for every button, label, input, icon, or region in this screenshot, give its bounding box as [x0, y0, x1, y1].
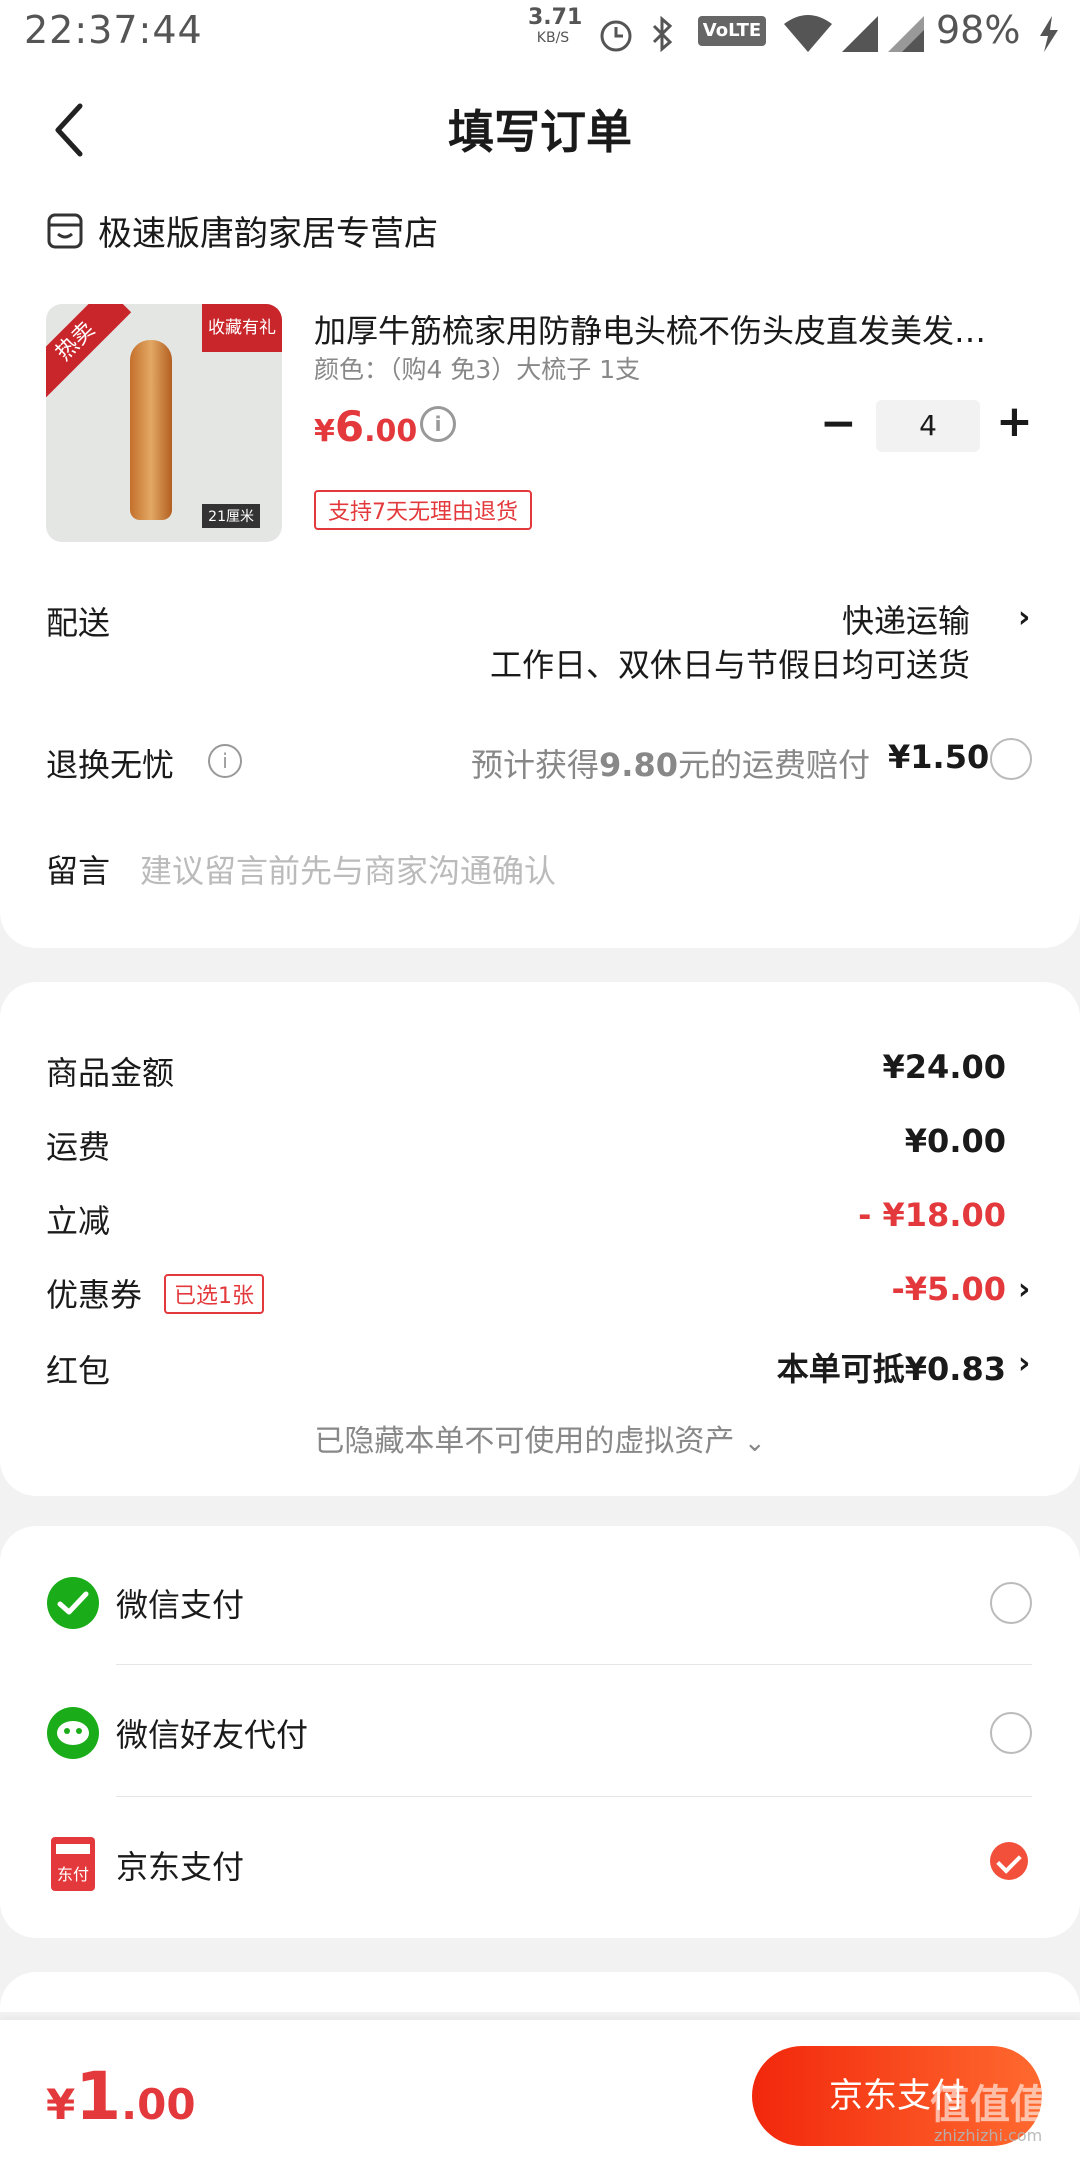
- return-desc-amount: 9.80: [599, 746, 678, 784]
- delivery-method[interactable]: 快递运输: [600, 596, 970, 642]
- payment-radio-jd-checked[interactable]: [990, 1842, 1028, 1880]
- page-title: 填写订单: [448, 105, 632, 159]
- shipping-value: ¥0.00: [904, 1122, 1006, 1160]
- total-price-decimal: .00: [121, 2080, 196, 2129]
- network-speed-unit: KB/S: [536, 30, 570, 46]
- return-insurance-info-icon[interactable]: i: [208, 744, 242, 778]
- price-symbol: ¥: [314, 414, 335, 449]
- product-image[interactable]: 热卖 收藏有礼 21厘米: [46, 304, 282, 542]
- return-insurance-radio[interactable]: [990, 738, 1032, 780]
- delivery-label: 配送: [46, 604, 111, 642]
- redpacket-value[interactable]: 本单可抵¥0.83: [650, 1344, 1006, 1390]
- delivery-chevron-icon[interactable]: ›: [1018, 600, 1030, 635]
- payment-divider: [116, 1796, 1032, 1797]
- order-product-card: [0, 188, 1080, 948]
- status-bar: 22:37:44 3.71 KB/S VoLTE 98%: [0, 0, 1080, 66]
- shipping-label: 运费: [46, 1128, 111, 1166]
- size-badge: 21厘米: [202, 504, 260, 528]
- signal-icon: [842, 16, 878, 52]
- delivery-note: 工作日、双休日与节假日均可送货: [489, 646, 970, 684]
- svg-text:东付: 东付: [57, 1865, 89, 1884]
- coupon-chevron-icon[interactable]: ›: [1018, 1272, 1030, 1307]
- quantity-increase-button[interactable]: +: [996, 396, 1033, 447]
- return-policy-badge: 支持7天无理由退货: [314, 490, 532, 530]
- payment-label-wechat: 微信支付: [116, 1586, 245, 1624]
- payment-label-wechat-friend: 微信好友代付: [116, 1716, 309, 1754]
- bluetooth-icon: [652, 15, 673, 53]
- total-price: ¥1.00: [46, 2058, 196, 2135]
- discount-label: 立减: [46, 1202, 111, 1240]
- quantity-input[interactable]: 4: [876, 400, 980, 452]
- payment-option-wechat-friend[interactable]: 微信好友代付: [0, 1672, 1080, 1792]
- product-title[interactable]: 加厚牛筋梳家用防静电头梳不伤头皮直发美发…: [314, 306, 1034, 352]
- hot-badge: 热卖: [46, 304, 132, 398]
- hidden-assets-text: 已隐藏本单不可使用的虚拟资产: [314, 1424, 735, 1459]
- network-speed-value: 3.71: [528, 5, 583, 30]
- price-info-icon[interactable]: i: [420, 406, 456, 442]
- wechat-pay-icon: [47, 1577, 99, 1629]
- return-desc-prefix: 预计获得: [471, 746, 600, 784]
- next-section-card: [0, 1972, 1080, 2012]
- coupon-label: 优惠券: [46, 1276, 143, 1314]
- payment-divider: [116, 1664, 1032, 1665]
- status-time: 22:37:44: [24, 8, 203, 52]
- store-icon[interactable]: [46, 212, 84, 250]
- volte-badge: VoLTE: [698, 16, 766, 46]
- charging-icon: [1040, 16, 1058, 52]
- battery-level: 98%: [936, 8, 1021, 52]
- wechat-friend-pay-icon: [47, 1707, 99, 1759]
- signal-icon-2: [888, 16, 924, 52]
- price-decimal: .00: [364, 414, 418, 449]
- product-price: ¥6.00: [314, 402, 417, 451]
- redpacket-chevron-icon[interactable]: ›: [1018, 1346, 1030, 1381]
- payment-radio-wechat[interactable]: [990, 1582, 1032, 1624]
- return-insurance-desc: 预计获得9.80元的运费赔付: [380, 740, 870, 786]
- payment-option-wechat[interactable]: 微信支付: [0, 1542, 1080, 1662]
- price-integer: 6: [334, 402, 365, 451]
- network-speed: 3.71 KB/S: [528, 7, 582, 48]
- payment-label-jd: 京东支付: [116, 1848, 245, 1886]
- quantity-decrease-button[interactable]: −: [820, 398, 857, 449]
- watermark-url: zhizhizhi.com: [934, 2126, 1043, 2145]
- discount-value: - ¥18.00: [858, 1196, 1006, 1234]
- payment-option-jd[interactable]: 东付 京东支付: [0, 1804, 1080, 1924]
- alarm-icon: [600, 20, 632, 52]
- payment-radio-wechat-friend[interactable]: [990, 1712, 1032, 1754]
- total-price-symbol: ¥: [46, 2080, 76, 2129]
- hidden-assets-toggle[interactable]: 已隐藏本单不可使用的虚拟资产 ⌄: [0, 1416, 1080, 1460]
- message-input[interactable]: 建议留言前先与商家沟通确认: [140, 846, 556, 892]
- goods-amount-value: ¥24.00: [882, 1048, 1006, 1086]
- return-insurance-price: ¥1.50: [888, 738, 990, 776]
- watermark: 值值值: [930, 2082, 1050, 2128]
- coupon-selected-badge: 已选1张: [164, 1274, 264, 1314]
- return-desc-suffix: 元的运费赔付: [677, 746, 870, 784]
- redpacket-label: 红包: [46, 1352, 111, 1390]
- gift-badge: 收藏有礼: [202, 304, 282, 352]
- product-spec[interactable]: 颜色：（购4 免3）大梳子 1支: [314, 350, 640, 386]
- comb-illustration: [130, 340, 172, 520]
- total-price-integer: 1: [75, 2058, 122, 2135]
- return-insurance-label: 退换无忧: [46, 746, 175, 784]
- wifi-icon: [784, 15, 832, 52]
- chevron-down-icon: ⌄: [743, 1428, 766, 1458]
- goods-amount-label: 商品金额: [46, 1054, 175, 1092]
- message-label: 留言: [46, 852, 111, 890]
- store-name[interactable]: 极速版唐韵家居专营店: [98, 206, 438, 255]
- coupon-value[interactable]: -¥5.00: [700, 1270, 1007, 1308]
- jd-pay-icon: 东付: [51, 1837, 95, 1891]
